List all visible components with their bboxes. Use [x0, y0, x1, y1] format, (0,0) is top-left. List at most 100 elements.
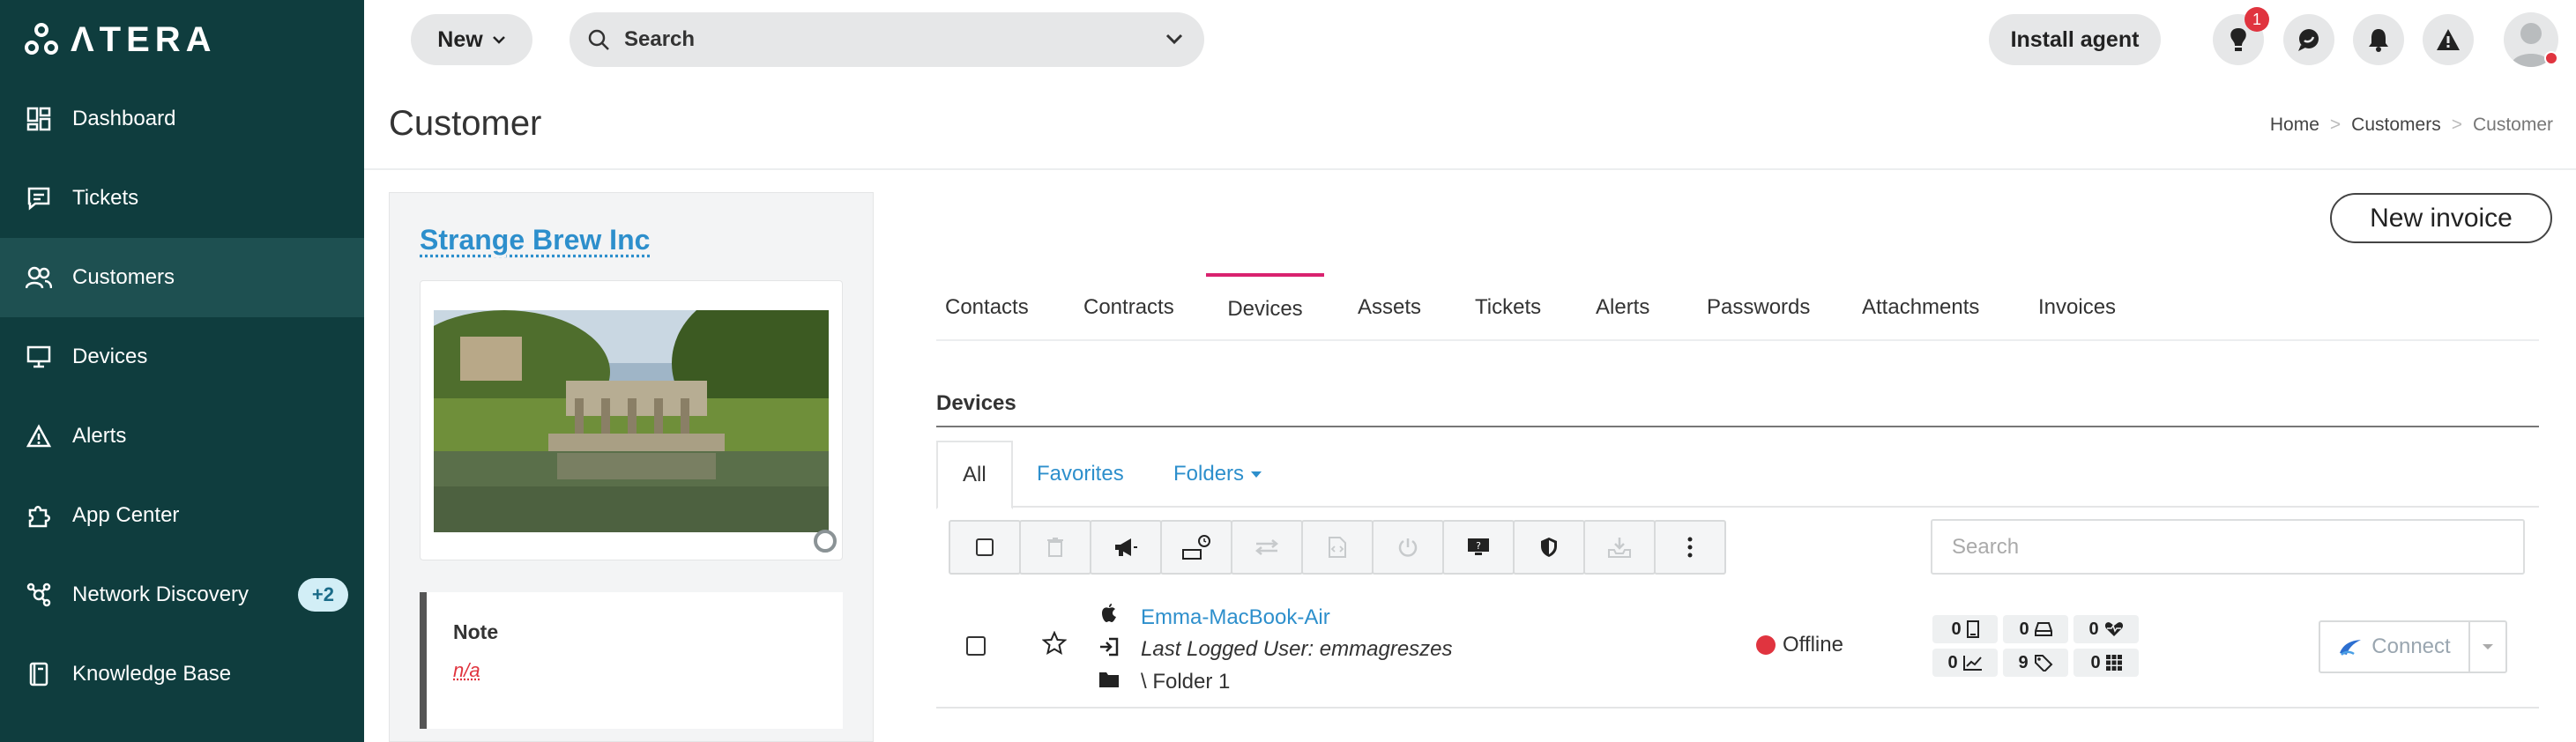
install-agent-button[interactable]: Install agent — [1989, 14, 2161, 65]
sidebar-item-devices[interactable]: Devices — [0, 317, 364, 397]
network-icon — [25, 581, 53, 609]
counter-tags[interactable]: 9 — [2003, 649, 2068, 677]
status-badge: Offline — [1756, 633, 1843, 657]
breadcrumb-home[interactable]: Home — [2270, 115, 2319, 136]
megaphone-icon — [1115, 538, 1137, 556]
device-folder: \ Folder 1 — [1141, 670, 1231, 694]
subtab-favorites[interactable]: Favorites — [1037, 441, 1124, 508]
lightbulb-button[interactable]: 1 — [2213, 7, 2269, 65]
tags-icon — [2034, 655, 2052, 672]
note-value[interactable]: n/a — [453, 659, 480, 682]
alert-triangle-icon — [2437, 29, 2460, 50]
customer-image-card — [420, 280, 843, 560]
script-button[interactable] — [1301, 520, 1374, 575]
sidebar-nav: Dashboard Tickets Customers Devices Aler… — [0, 79, 364, 714]
new-button[interactable]: New — [411, 14, 532, 65]
device-search-input[interactable]: Search — [1931, 519, 2525, 575]
sidebar-item-customers[interactable]: Customers — [0, 238, 364, 317]
transfer-button[interactable] — [1231, 520, 1303, 575]
caret-down-icon — [1251, 471, 1262, 478]
last-logged-user: Last Logged User: emmagreszes — [1141, 637, 1453, 661]
tab-devices[interactable]: Devices — [1206, 273, 1324, 341]
page-title: Customer — [389, 104, 542, 143]
counter-device[interactable]: 0 — [1932, 615, 1998, 643]
counter-performance[interactable]: 0 — [1932, 649, 1998, 677]
subtab-folders[interactable]: Folders — [1173, 441, 1262, 508]
new-invoice-button[interactable]: New invoice — [2330, 193, 2552, 243]
brand-name: ΛTERA — [71, 19, 217, 59]
power-button[interactable] — [1372, 520, 1444, 575]
chat-icon — [2298, 29, 2319, 51]
counter-value: 0 — [1947, 652, 1958, 672]
tab-contacts[interactable]: Contracts — [1075, 273, 1183, 341]
status-label: Offline — [1783, 633, 1843, 657]
counter-storage[interactable]: 0 — [2003, 615, 2068, 643]
customer-name[interactable]: Strange Brew Inc — [420, 224, 650, 256]
note-card: Note n/a — [420, 592, 843, 729]
notifications-button[interactable] — [2353, 14, 2404, 65]
delete-button[interactable] — [1019, 520, 1091, 575]
tab-tickets[interactable]: Tickets — [1466, 273, 1550, 341]
schedule-button[interactable] — [1160, 520, 1232, 575]
breadcrumb-customers[interactable]: Customers — [2351, 115, 2441, 136]
arrows-exchange-icon — [1254, 539, 1279, 555]
sidebar-item-label: Alerts — [72, 424, 127, 448]
sidebar-item-app-center[interactable]: App Center — [0, 476, 364, 555]
download-tray-icon — [1608, 538, 1631, 558]
global-search-placeholder: Search — [624, 27, 696, 51]
shield-icon — [1541, 538, 1557, 557]
sidebar-item-label: Customers — [72, 265, 175, 289]
chevron-down-icon[interactable] — [1164, 28, 1185, 49]
devices-section-title: Devices — [936, 391, 1016, 415]
trash-icon — [1047, 538, 1063, 557]
tab-alerts[interactable]: Alerts — [1587, 273, 1658, 341]
connect-dropdown-toggle[interactable] — [2468, 620, 2507, 673]
install-patch-button[interactable] — [1583, 520, 1656, 575]
select-all-checkbox[interactable] — [949, 520, 1021, 575]
tab-attachments[interactable]: Attachments — [1853, 273, 1988, 341]
security-button[interactable] — [1513, 520, 1585, 575]
breadcrumb-separator: > — [2329, 115, 2341, 135]
favorite-star-icon[interactable] — [1041, 630, 1068, 660]
dashboard-icon — [25, 105, 53, 133]
global-search-input[interactable]: Search — [570, 12, 1204, 67]
alerts-button[interactable] — [2423, 14, 2474, 65]
sidebar-item-label: App Center — [72, 503, 180, 527]
sidebar-item-label: Tickets — [72, 186, 139, 210]
grid-icon — [2105, 655, 2122, 671]
table-row: Emma-MacBook-Air Last Logged User: emmag… — [936, 589, 2539, 709]
sidebar-item-alerts[interactable]: Alerts — [0, 397, 364, 476]
apple-icon — [1102, 604, 1116, 622]
more-actions-button[interactable] — [1654, 520, 1726, 575]
more-vertical-icon — [1687, 537, 1693, 558]
connect-label: Connect — [2371, 634, 2451, 658]
counter-value: 0 — [2088, 619, 2099, 639]
header-divider — [364, 168, 2576, 170]
chat-button[interactable] — [2283, 14, 2334, 65]
row-checkbox[interactable] — [966, 636, 986, 656]
sidebar-item-knowledge-base[interactable]: Knowledge Base — [0, 634, 364, 714]
user-status-dot — [2544, 51, 2558, 65]
clock-tray-icon — [1182, 535, 1210, 560]
tab-contacts[interactable]: Contacts — [936, 273, 1038, 341]
counter-health[interactable]: 0 — [2073, 615, 2139, 643]
search-icon — [588, 29, 609, 50]
device-filter-tabs: All Favorites Folders — [936, 441, 2539, 509]
connect-button[interactable]: Connect — [2319, 620, 2470, 673]
tab-invoices[interactable]: Invoices — [2029, 273, 2125, 341]
sidebar-item-tickets[interactable]: Tickets — [0, 159, 364, 238]
counter-value: 0 — [2090, 652, 2101, 672]
counter-apps[interactable]: 0 — [2073, 649, 2139, 677]
sidebar-item-network-discovery[interactable]: Network Discovery +2 — [0, 555, 364, 634]
tab-passwords[interactable]: Passwords — [1698, 273, 1819, 341]
device-name-link[interactable]: Emma-MacBook-Air — [1141, 603, 1453, 633]
customer-photo — [434, 310, 829, 532]
tab-assets[interactable]: Assets — [1349, 273, 1430, 341]
announce-button[interactable] — [1090, 520, 1162, 575]
sidebar-item-dashboard[interactable]: Dashboard — [0, 79, 364, 159]
brand-logo[interactable]: ΛTERA — [25, 19, 217, 60]
subtab-all[interactable]: All — [936, 441, 1013, 509]
file-code-icon — [1329, 537, 1346, 558]
remote-screen-button[interactable]: ? — [1442, 520, 1515, 575]
caret-down-icon — [2483, 644, 2493, 649]
